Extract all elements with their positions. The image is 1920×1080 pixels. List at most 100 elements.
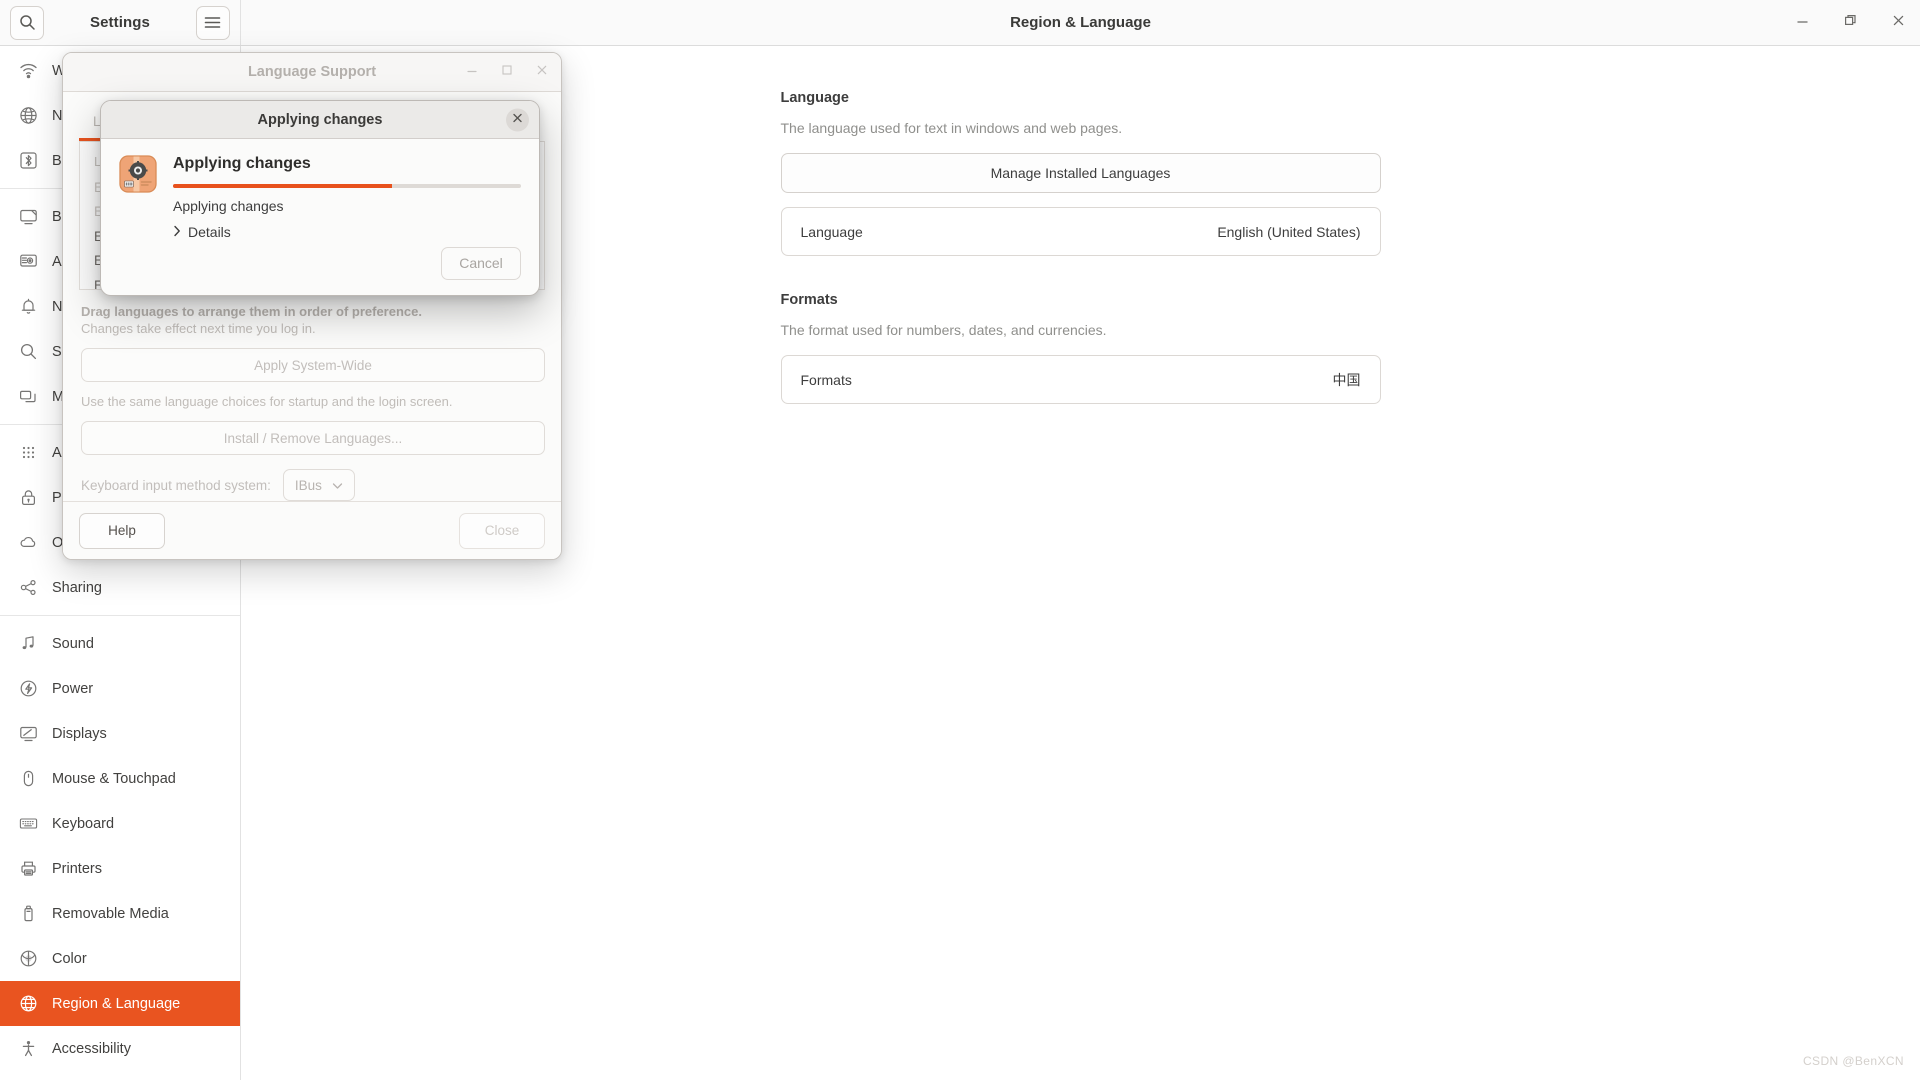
details-label: Details [188,224,231,240]
appearance-icon [18,252,38,272]
input-method-row: Keyboard input method system: IBus [79,455,545,501]
screen: Settings Region & Language Sharing Sound… [0,0,1920,1080]
language-support-titlebar: Language Support [63,53,561,92]
globe-icon [18,994,38,1014]
install-remove-languages-button[interactable]: Install / Remove Languages... [81,421,545,455]
grid-apps-icon [18,443,38,463]
formats-section-title: Formats [780,292,838,308]
language-row[interactable]: Language English (United States) [782,208,1380,255]
printer-icon [18,859,38,879]
dialog-close-button[interactable] [506,108,529,131]
sidebar-item-label: Mouse & Touchpad [52,770,176,787]
maximize-icon [1844,14,1857,32]
sidebar-item-label: Printers [52,860,102,877]
language-support-window-controls [464,53,549,91]
search-button[interactable] [10,5,44,40]
sidebar-separator [0,615,240,616]
background-monitor-icon [18,207,38,227]
applying-changes-dialog: Applying changes Applying changes Applyi… [100,100,540,296]
details-expander[interactable]: Details [173,224,521,240]
close-icon [1892,14,1905,32]
sidebar-item-color[interactable]: Color [0,936,240,981]
sidebar-item-removable-media[interactable]: Removable Media [0,891,240,936]
sidebar-item-displays[interactable]: Displays [0,711,240,756]
close-icon [536,63,548,81]
sidebar-item-label: Sharing [52,579,102,596]
windows-stack-icon [18,387,38,407]
settings-window-controls [1794,0,1906,45]
main-menu-button[interactable] [195,5,230,40]
help-button[interactable]: Help [79,512,165,549]
sidebar-item-sound[interactable]: Sound [0,621,240,666]
mouse-icon [18,769,38,789]
wifi-icon [18,61,38,81]
keyboard-icon [18,814,38,834]
cloud-icon [18,533,38,553]
maximize-icon [501,63,513,81]
sidebar-item-power[interactable]: Power [0,666,240,711]
dialog-footer: Cancel [101,241,539,295]
region-language-panel: Language The language used for text in w… [780,90,1381,404]
sidebar-item-label: Power [52,680,94,697]
ls-minimize-button[interactable] [464,65,479,80]
formats-row-value: 中国 [1332,371,1361,388]
sidebar-item-label: Color [52,950,87,967]
ls-close-button[interactable] [534,65,549,80]
formats-row-label: Formats [800,371,852,388]
ls-maximize-button[interactable] [499,65,514,80]
sidebar-item-label: Sound [52,635,94,652]
music-note-icon [18,634,38,654]
sidebar-item-sharing[interactable]: Sharing [0,565,240,610]
sidebar-item-label: Region & Language [52,995,181,1012]
maximize-button[interactable] [1842,14,1858,32]
lock-icon [18,488,38,508]
network-globe-icon [18,106,38,126]
formats-section-description: The format used for numbers, dates, and … [780,322,1107,338]
hamburger-menu-icon [204,16,221,29]
sidebar-item-region-language[interactable]: Region & Language [0,981,240,1026]
chevron-right-icon [173,224,181,240]
progress-bar [173,184,521,188]
input-method-select[interactable]: IBus [282,469,355,501]
dialog-heading: Applying changes [173,155,311,172]
language-support-footer: Help Close [63,501,561,559]
search-icon [19,14,36,31]
settings-app-title: Settings [90,14,150,31]
manage-installed-languages-button[interactable]: Manage Installed Languages [780,153,1381,193]
watermark: CSDN @BenXCN [1802,1054,1904,1068]
accessibility-icon [18,1039,38,1059]
sidebar-item-keyboard[interactable]: Keyboard [0,801,240,846]
dialog-titlebar: Applying changes [101,101,539,139]
formats-row[interactable]: Formats 中国 [782,356,1380,403]
dialog-main: Applying changes Applying changes Detail… [173,155,521,241]
language-section-description: The language used for text in windows an… [780,120,1123,136]
progress-bar-fill [173,184,393,188]
display-icon [18,724,38,744]
ls-close-footer-button[interactable]: Close [459,512,545,549]
minimize-icon [466,63,478,81]
apply-system-wide-button[interactable]: Apply System-Wide [81,348,545,382]
settings-page-header: Region & Language [241,0,1920,45]
language-section-title: Language [780,90,849,106]
sidebar-item-users[interactable]: Users [0,1071,240,1080]
bluetooth-icon [18,151,38,171]
sidebar-item-label: Displays [52,725,107,742]
sidebar-item-label: Accessibility [52,1040,131,1057]
dialog-status-text: Applying changes [173,198,284,214]
formats-card: Formats 中国 [780,355,1381,404]
usb-drive-icon [18,904,38,924]
drag-hint: Changes take effect next time you log in… [81,321,316,336]
input-method-label: Keyboard input method system: [81,477,271,493]
bell-icon [18,297,38,317]
cancel-button[interactable]: Cancel [441,246,521,280]
sidebar-item-printers[interactable]: Printers [0,846,240,891]
settings-sidebar-header: Settings [0,0,241,45]
settings-titlebar: Settings Region & Language [0,0,1920,46]
dialog-body: Applying changes Applying changes Detail… [101,139,539,241]
minimize-button[interactable] [1794,15,1810,31]
power-bolt-icon [18,679,38,699]
sidebar-item-accessibility[interactable]: Accessibility [0,1026,240,1071]
close-button[interactable] [1890,15,1906,31]
sidebar-item-mouse-touchpad[interactable]: Mouse & Touchpad [0,756,240,801]
